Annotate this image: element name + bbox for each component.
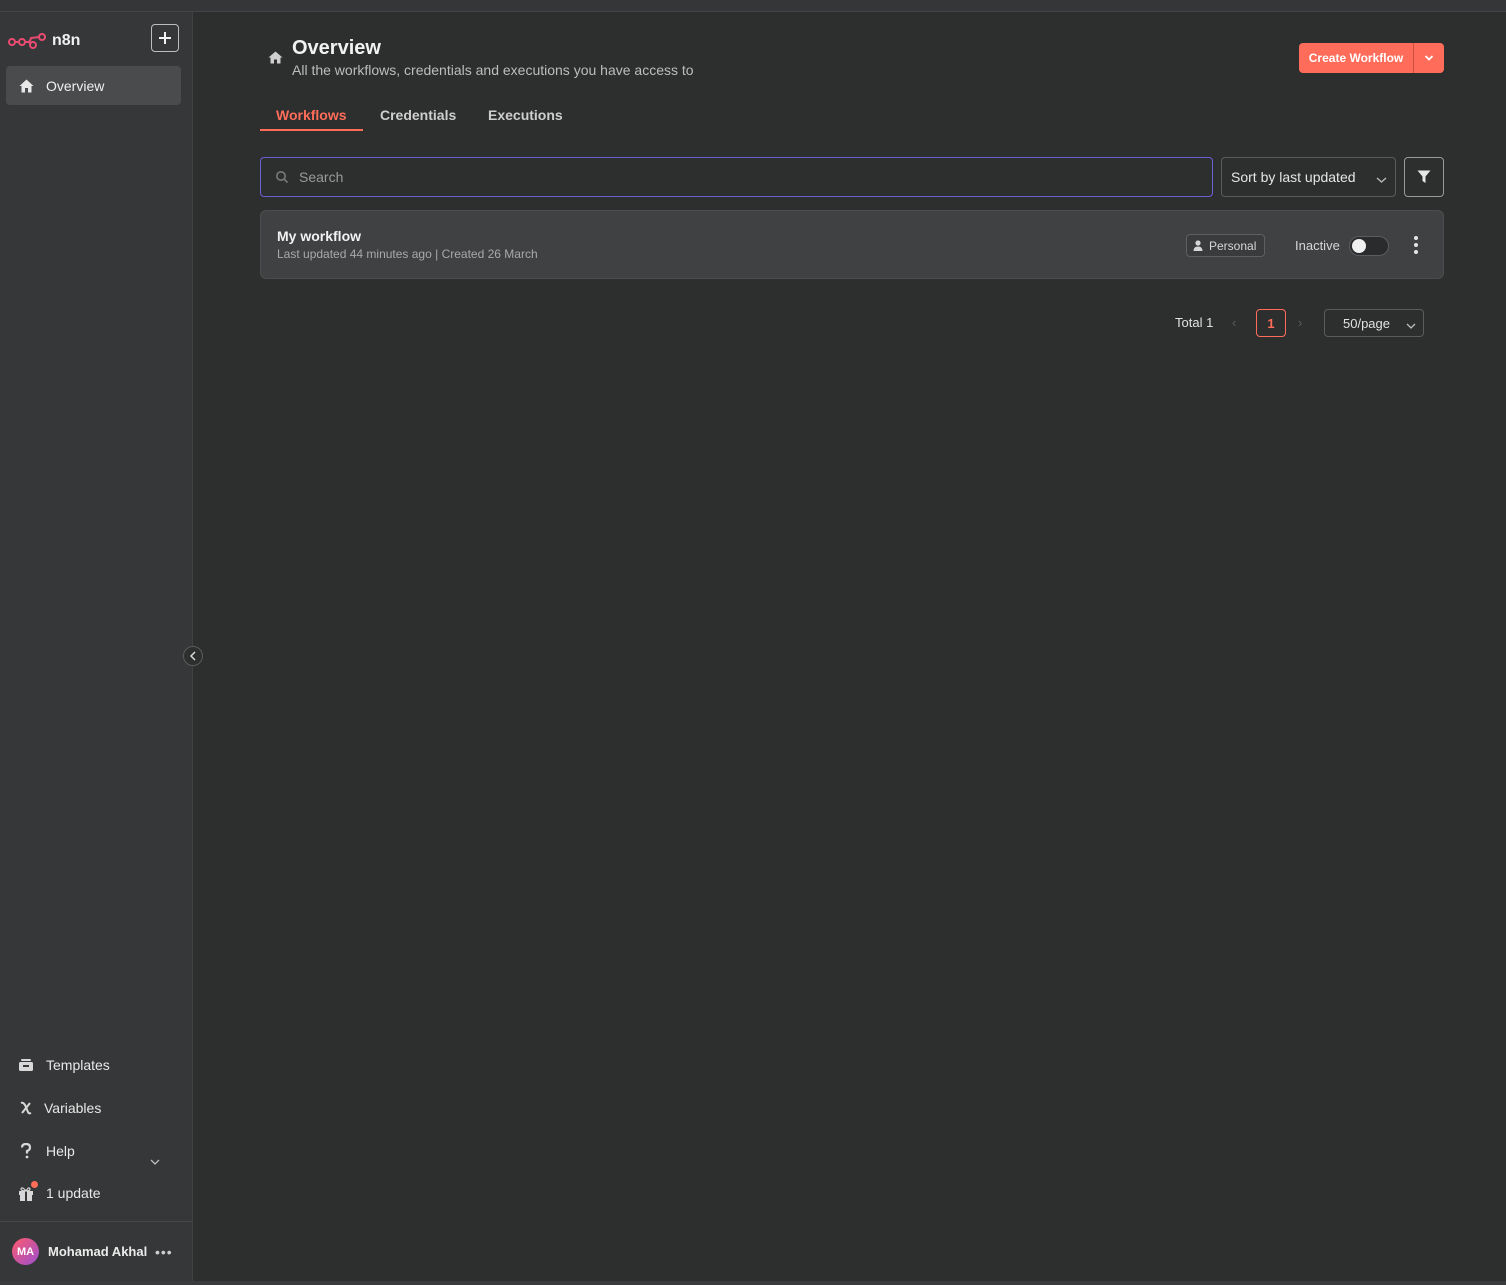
chevron-down-icon — [1424, 55, 1434, 61]
user-icon — [1193, 240, 1203, 251]
chevron-down-icon — [1406, 318, 1416, 333]
notification-dot — [31, 1181, 38, 1188]
owner-badge-label: Personal — [1209, 238, 1257, 253]
workflow-name[interactable]: My workflow — [277, 228, 361, 244]
tab-workflows[interactable]: Workflows — [276, 107, 347, 123]
pagination-page-current[interactable]: 1 — [1256, 309, 1286, 337]
search-icon — [275, 170, 289, 184]
sort-select[interactable]: Sort by last updated — [1221, 157, 1396, 197]
brand-name: n8n — [52, 32, 81, 49]
owner-badge: Personal — [1186, 234, 1266, 257]
n8n-logo-icon — [8, 33, 46, 49]
create-workflow-label[interactable]: Create Workflow — [1299, 43, 1413, 73]
sidebar-item-label: Variables — [44, 1100, 102, 1116]
workflow-card[interactable]: My workflow Last updated 44 minutes ago … — [260, 210, 1444, 279]
search-box[interactable] — [260, 157, 1213, 197]
search-input[interactable] — [297, 168, 1181, 186]
sidebar-divider — [0, 1221, 193, 1222]
sidebar-item-overview[interactable]: Overview — [6, 66, 181, 105]
add-button[interactable] — [151, 24, 179, 52]
window-top-bar — [0, 0, 1506, 12]
active-toggle[interactable] — [1349, 236, 1389, 256]
gift-icon — [18, 1181, 38, 1201]
chevron-left-icon[interactable]: ‹ — [1232, 315, 1236, 330]
sidebar-item-label: Templates — [46, 1057, 110, 1073]
sidebar-item-label: Overview — [46, 77, 105, 94]
sort-select-value: Sort by last updated — [1231, 169, 1356, 185]
help-icon — [18, 1143, 34, 1159]
page-size-value: 50/page — [1343, 315, 1390, 331]
collapse-sidebar-button[interactable] — [183, 646, 203, 666]
active-tab-indicator — [260, 129, 363, 131]
chevron-right-icon[interactable]: › — [1298, 315, 1302, 330]
user-menu[interactable]: MA Mohamad Akhal — [12, 1238, 147, 1265]
sidebar-item-templates[interactable]: Templates — [18, 1057, 110, 1073]
sidebar-item-variables[interactable]: Variables — [18, 1100, 101, 1116]
home-icon — [268, 51, 283, 69]
chevron-down-icon[interactable] — [150, 1153, 160, 1171]
create-options-button[interactable] — [1414, 43, 1444, 73]
brand-logo[interactable]: n8n — [8, 32, 80, 50]
sidebar-item-label: 1 update — [46, 1185, 101, 1201]
more-horizontal-icon[interactable]: ••• — [155, 1244, 173, 1260]
home-icon — [18, 78, 34, 94]
pagination-total: Total 1 — [1175, 315, 1214, 330]
filter-icon — [1417, 170, 1431, 183]
sidebar-item-label: Help — [46, 1143, 75, 1159]
page-size-select[interactable]: 50/page — [1324, 309, 1424, 337]
chevron-down-icon — [1376, 171, 1387, 189]
tab-executions[interactable]: Executions — [488, 107, 563, 123]
create-workflow-button[interactable]: Create Workflow — [1299, 43, 1444, 73]
toggle-knob — [1352, 239, 1366, 253]
sidebar-item-help[interactable]: Help — [18, 1143, 75, 1159]
templates-icon — [18, 1057, 34, 1073]
window-bottom-bar — [0, 1281, 1506, 1285]
workflow-meta: Last updated 44 minutes ago | Created 26… — [277, 247, 538, 261]
tab-credentials[interactable]: Credentials — [380, 107, 456, 123]
sidebar-item-updates[interactable]: 1 update — [18, 1181, 101, 1201]
sidebar: n8n Overview Templates Variables Help 1 … — [0, 12, 193, 1281]
page-title: Overview — [292, 37, 381, 59]
page-subtitle: All the workflows, credentials and execu… — [292, 62, 694, 78]
variables-icon — [18, 1100, 34, 1116]
plus-icon — [159, 32, 171, 44]
avatar: MA — [12, 1238, 39, 1265]
filter-button[interactable] — [1404, 157, 1444, 197]
chevron-left-icon — [189, 651, 196, 661]
user-name: Mohamad Akhal — [48, 1244, 148, 1259]
more-vertical-icon[interactable] — [1410, 236, 1422, 254]
workflow-status-label: Inactive — [1295, 238, 1340, 253]
